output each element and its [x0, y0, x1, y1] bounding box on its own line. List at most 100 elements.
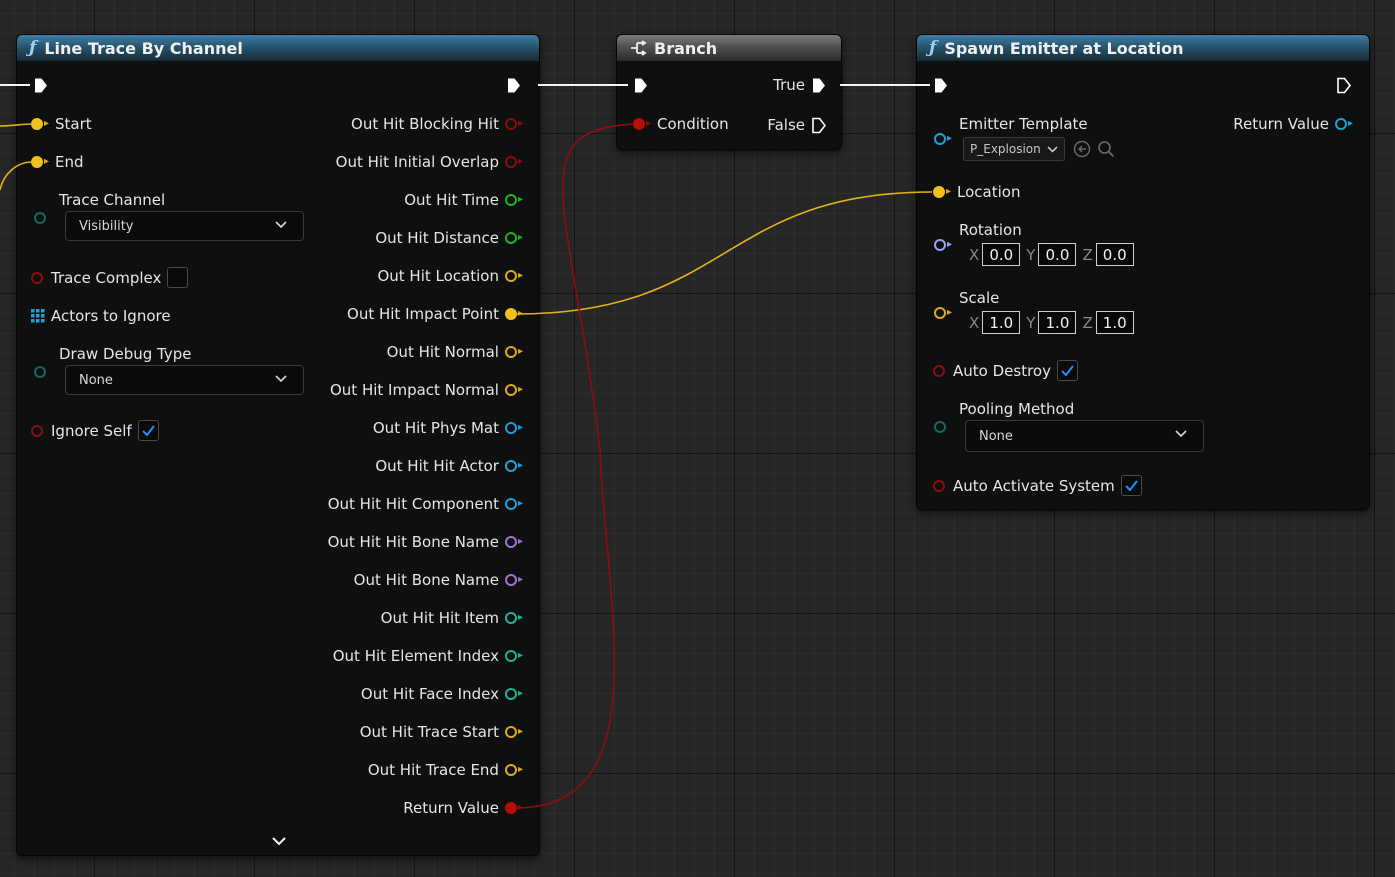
out-hit-initial-overlap-row[interactable]: Out Hit Initial Overlap ▸: [336, 153, 523, 171]
location-pin[interactable]: [933, 186, 945, 198]
out-hit-trace-end-pin[interactable]: [504, 764, 517, 776]
spawn-emitter-node[interactable]: ƒ Spawn Emitter at Location Emitter Temp…: [916, 34, 1370, 510]
auto-destroy-checkbox[interactable]: [1056, 360, 1078, 381]
scale-x-input[interactable]: 1.0: [982, 311, 1021, 334]
trace-channel-value: Visibility: [79, 218, 134, 234]
branch-node[interactable]: Branch True ▸ Condition False: [616, 34, 842, 150]
true-exec-pin[interactable]: [811, 77, 827, 94]
out-hit-hit-component-pin[interactable]: [504, 498, 517, 510]
auto-activate-pin[interactable]: [933, 479, 945, 492]
out-hit-distance-row[interactable]: Out Hit Distance ▸: [375, 229, 523, 247]
location-row[interactable]: ▸ Location: [933, 183, 1020, 201]
out-hit-hit-bone-name-row[interactable]: Out Hit Hit Bone Name ▸: [328, 533, 523, 551]
exec-out-pin[interactable]: [1336, 77, 1352, 94]
scale-pin[interactable]: [934, 307, 946, 319]
out-hit-hit-item-row[interactable]: Out Hit Hit Item ▸: [381, 609, 523, 627]
trace-channel-pin[interactable]: [34, 212, 46, 224]
array-grid-icon[interactable]: [31, 309, 45, 323]
auto-activate-row[interactable]: Auto Activate System: [933, 475, 1142, 496]
out-hit-impact-normal-pin[interactable]: [504, 384, 517, 396]
return-value-row[interactable]: Return Value ▸: [1233, 115, 1353, 133]
false-exec-row[interactable]: False: [767, 116, 827, 134]
wire-impact-point-to-location[interactable]: [515, 191, 933, 315]
scale-y-input[interactable]: 1.0: [1038, 311, 1077, 334]
out-hit-blocking-hit-row[interactable]: Out Hit Blocking Hit ▸: [351, 115, 523, 133]
end-pin[interactable]: [31, 156, 43, 168]
out-hit-hit-item-pin[interactable]: [504, 612, 517, 624]
auto-destroy-pin[interactable]: [933, 364, 945, 377]
start-pin-row[interactable]: ▸ Start: [31, 115, 92, 133]
condition-row[interactable]: ▸ Condition: [633, 115, 729, 133]
end-pin-row[interactable]: ▸ End: [31, 153, 84, 171]
actors-to-ignore-row[interactable]: Actors to Ignore: [31, 307, 171, 325]
exec-in-pin[interactable]: [633, 77, 649, 94]
out-hit-normal-pin[interactable]: [504, 346, 517, 358]
auto-activate-checkbox[interactable]: [1120, 475, 1142, 496]
line-trace-node[interactable]: ƒ Line Trace By Channel ▸ Start ▸ End Tr…: [16, 34, 540, 856]
out-hit-initial-overlap-label: Out Hit Initial Overlap: [335, 153, 499, 171]
scale-z-input[interactable]: 1.0: [1095, 311, 1134, 334]
rotation-x-input[interactable]: 0.0: [982, 243, 1021, 266]
out-hit-trace-end-row[interactable]: Out Hit Trace End ▸: [368, 761, 523, 779]
spawn-emitter-header[interactable]: ƒ Spawn Emitter at Location: [917, 35, 1369, 61]
return-value-row[interactable]: Return Value ▸: [403, 799, 523, 817]
line-trace-header[interactable]: ƒ Line Trace By Channel: [17, 35, 539, 61]
out-hit-face-index-row[interactable]: Out Hit Face Index ▸: [361, 685, 523, 703]
exec-in-pin[interactable]: [33, 77, 49, 94]
out-hit-impact-normal-row[interactable]: Out Hit Impact Normal ▸: [330, 381, 523, 399]
out-hit-blocking-hit-pin[interactable]: [504, 118, 517, 130]
pin-arrow-icon: ▸: [44, 118, 50, 129]
out-hit-impact-point-pin[interactable]: [504, 308, 517, 320]
auto-destroy-row[interactable]: Auto Destroy: [933, 360, 1078, 381]
true-exec-row[interactable]: True: [773, 76, 827, 94]
out-hit-element-index-pin[interactable]: [504, 650, 517, 662]
draw-debug-type-dropdown[interactable]: None: [65, 365, 304, 395]
emitter-template-pin[interactable]: [934, 133, 946, 145]
pooling-method-pin[interactable]: [934, 421, 946, 433]
branch-header[interactable]: Branch: [617, 35, 841, 61]
exec-out-pin[interactable]: [506, 77, 522, 94]
ignore-self-row[interactable]: Ignore Self: [31, 420, 159, 441]
return-value-pin[interactable]: [504, 802, 517, 814]
pooling-method-dropdown[interactable]: None: [965, 420, 1204, 452]
expand-chevron-icon[interactable]: [272, 837, 286, 846]
trace-complex-checkbox[interactable]: [167, 267, 189, 288]
out-hit-normal-row[interactable]: Out Hit Normal ▸: [387, 343, 523, 361]
out-hit-hit-component-row[interactable]: Out Hit Hit Component ▸: [328, 495, 523, 513]
out-hit-phys-mat-row[interactable]: Out Hit Phys Mat ▸: [373, 419, 523, 437]
emitter-template-dropdown[interactable]: P_Explosion: [963, 137, 1065, 161]
browse-search-icon[interactable]: [1097, 140, 1115, 158]
ignore-self-pin[interactable]: [31, 424, 43, 437]
out-hit-trace-start-pin[interactable]: [504, 726, 517, 738]
trace-complex-row[interactable]: Trace Complex: [31, 267, 189, 288]
out-hit-hit-actor-pin[interactable]: [504, 460, 517, 472]
out-hit-hit-bone-name-pin[interactable]: [504, 536, 517, 548]
use-selected-asset-icon[interactable]: [1073, 140, 1091, 158]
out-hit-face-index-pin[interactable]: [504, 688, 517, 700]
out-hit-impact-point-row[interactable]: Out Hit Impact Point ▸: [347, 305, 523, 323]
return-value-pin[interactable]: [1334, 118, 1347, 130]
out-hit-phys-mat-pin[interactable]: [504, 422, 517, 434]
false-exec-pin[interactable]: [811, 117, 827, 134]
out-hit-hit-actor-row[interactable]: Out Hit Hit Actor ▸: [375, 457, 523, 475]
out-hit-element-index-row[interactable]: Out Hit Element Index ▸: [333, 647, 523, 665]
ignore-self-checkbox[interactable]: [137, 420, 159, 441]
out-hit-time-pin[interactable]: [504, 194, 517, 206]
rotation-z-input[interactable]: 0.0: [1095, 243, 1134, 266]
out-hit-initial-overlap-pin[interactable]: [504, 156, 517, 168]
rotation-y-input[interactable]: 0.0: [1038, 243, 1077, 266]
out-hit-distance-pin[interactable]: [504, 232, 517, 244]
out-hit-bone-name-row[interactable]: Out Hit Bone Name ▸: [354, 571, 523, 589]
trace-complex-pin[interactable]: [31, 271, 43, 284]
rotation-pin[interactable]: [934, 239, 946, 251]
out-hit-time-row[interactable]: Out Hit Time ▸: [404, 191, 523, 209]
out-hit-bone-name-pin[interactable]: [504, 574, 517, 586]
trace-channel-dropdown[interactable]: Visibility: [65, 211, 304, 241]
out-hit-trace-start-row[interactable]: Out Hit Trace Start ▸: [360, 723, 523, 741]
start-pin[interactable]: [31, 118, 43, 130]
draw-debug-type-pin[interactable]: [34, 366, 46, 378]
condition-pin[interactable]: [633, 118, 645, 130]
out-hit-location-pin[interactable]: [504, 270, 517, 282]
exec-in-pin[interactable]: [933, 77, 949, 94]
out-hit-location-row[interactable]: Out Hit Location ▸: [377, 267, 523, 285]
